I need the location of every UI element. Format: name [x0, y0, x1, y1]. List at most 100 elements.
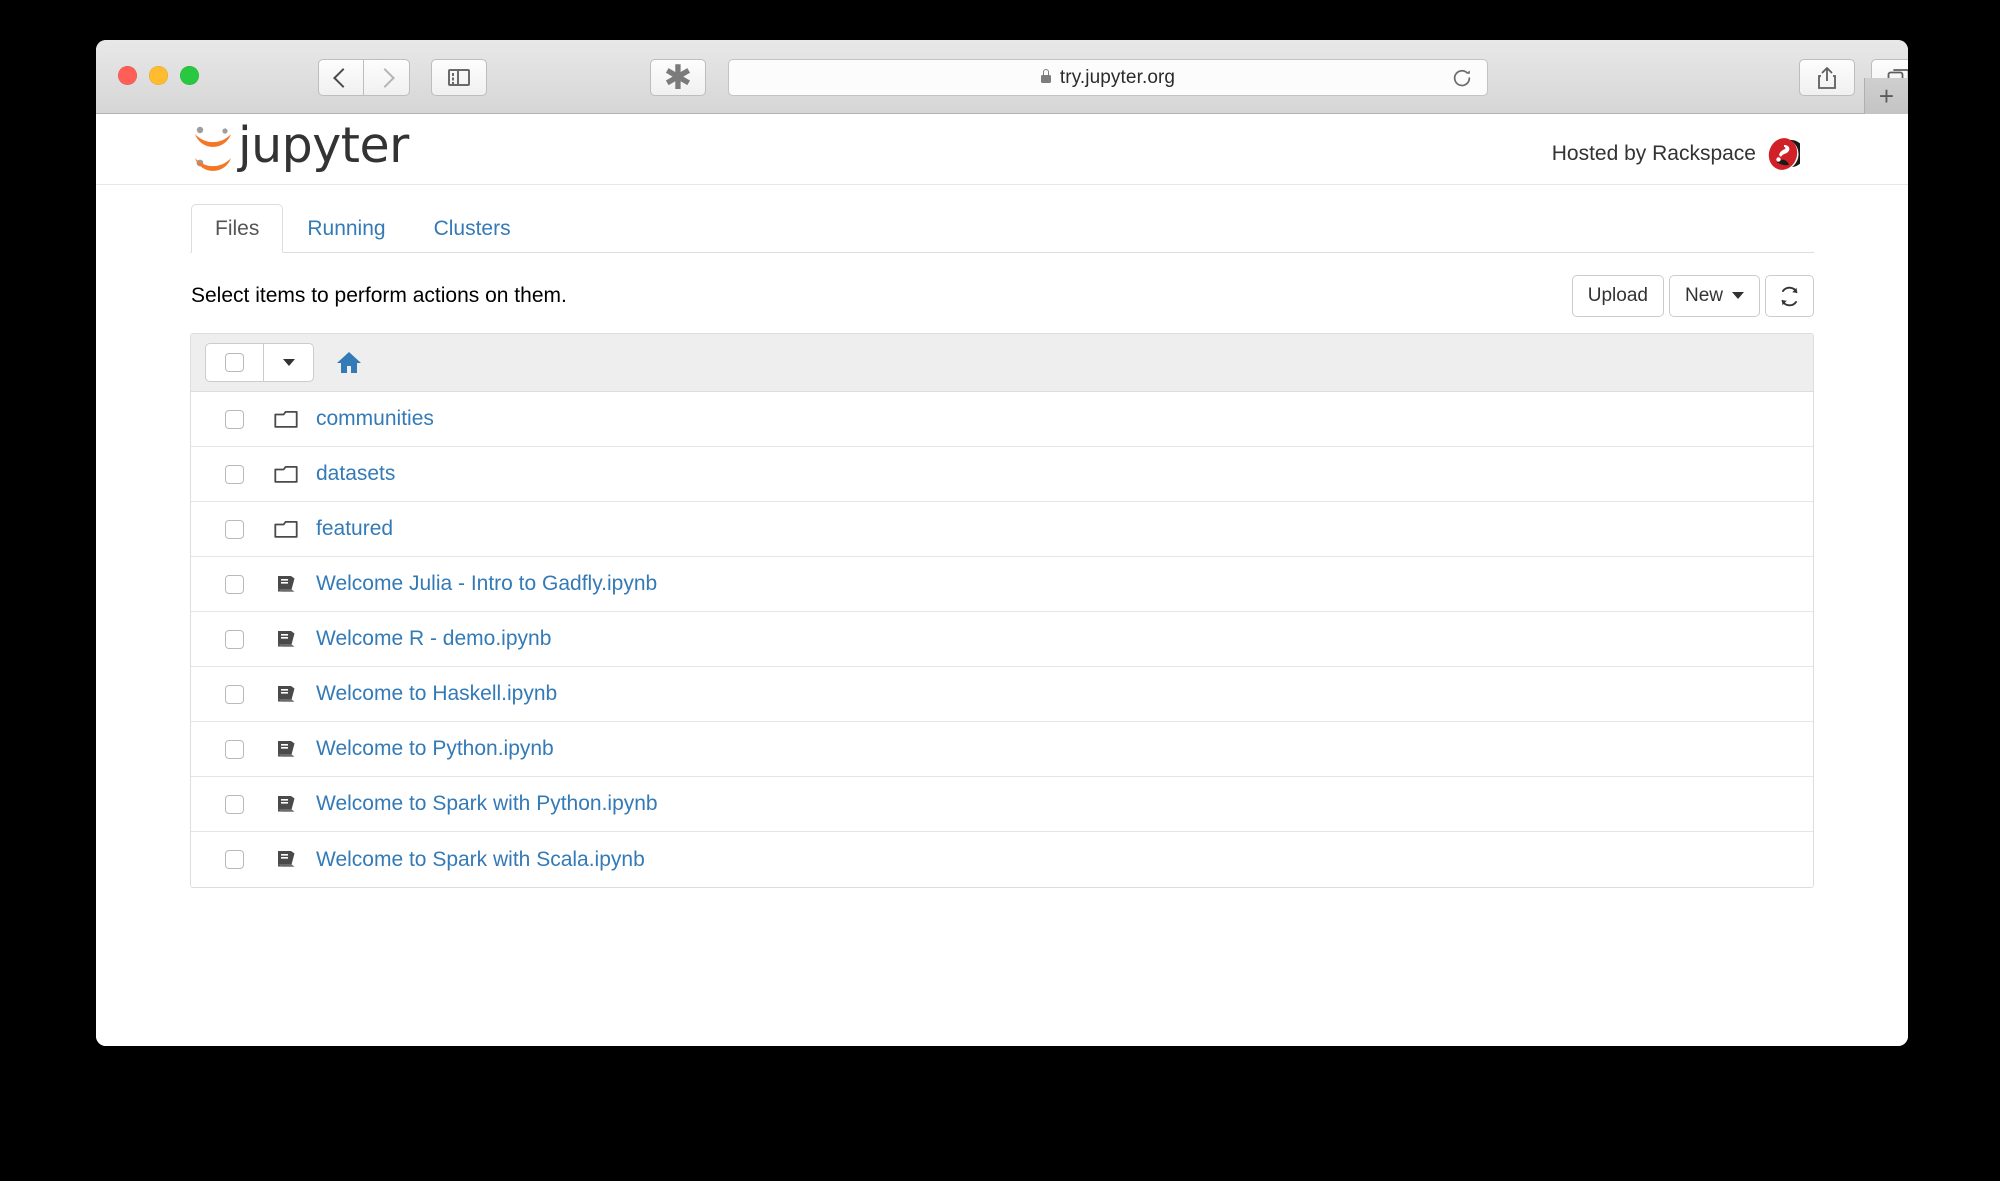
table-row[interactable]: Welcome R - demo.ipynb	[191, 612, 1813, 667]
caret-down-icon	[1732, 292, 1744, 299]
row-checkbox[interactable]	[205, 850, 264, 869]
new-dropdown-button[interactable]: New	[1668, 275, 1760, 317]
file-list-rows: communities datasets featured Welcome Ju…	[191, 392, 1813, 887]
table-row[interactable]: Welcome to Haskell.ipynb	[191, 667, 1813, 722]
checkbox-icon	[225, 794, 244, 814]
file-name-link[interactable]: communities	[316, 406, 434, 432]
chevron-right-icon	[374, 67, 395, 88]
sidebar-toggle-icon	[448, 69, 470, 86]
notebook-icon	[266, 574, 306, 595]
notebook-icon	[266, 739, 306, 760]
row-checkbox[interactable]	[205, 519, 264, 539]
toolbar-actions: Upload New	[1571, 275, 1814, 317]
jupyter-logo-text: jupyter	[238, 117, 409, 174]
new-tab-button[interactable]: +	[1864, 78, 1908, 114]
jupyter-logo[interactable]: jupyter	[190, 120, 409, 172]
table-row[interactable]: Welcome Julia - Intro to Gadfly.ipynb	[191, 557, 1813, 612]
tab-files[interactable]: Files	[191, 204, 284, 253]
table-row[interactable]: datasets	[191, 447, 1813, 502]
browser-toolbar: ✱ try.jupyter.org +	[96, 40, 1908, 114]
extension-button[interactable]: ✱	[650, 59, 706, 96]
tab-clusters[interactable]: Clusters	[410, 204, 535, 253]
share-button[interactable]	[1799, 59, 1855, 96]
main-container: Files Running Clusters Select items to p…	[190, 185, 1814, 888]
caret-down-icon	[282, 359, 295, 366]
share-icon	[1818, 66, 1836, 89]
table-row[interactable]: featured	[191, 502, 1813, 557]
new-button-label: New	[1684, 285, 1723, 306]
list-hint-text: Select items to perform actions on them.	[191, 284, 567, 307]
tab-running[interactable]: Running	[283, 204, 409, 253]
home-icon	[337, 352, 361, 373]
maximize-window-button[interactable]	[180, 66, 199, 85]
checkbox-icon	[225, 464, 244, 484]
lock-icon	[1040, 69, 1051, 83]
address-bar[interactable]: try.jupyter.org	[728, 59, 1488, 96]
chevron-left-icon	[333, 67, 353, 88]
file-name-link[interactable]: Welcome to Spark with Scala.ipynb	[316, 847, 645, 873]
folder-icon	[266, 519, 306, 539]
reload-button[interactable]	[1449, 66, 1475, 92]
notebook-icon	[266, 684, 306, 705]
row-checkbox[interactable]	[205, 794, 264, 814]
checkbox-icon	[225, 574, 244, 594]
asterisk-extension-icon: ✱	[663, 57, 693, 98]
page-content: jupyter Hosted by Rackspace Files Runnin…	[96, 114, 1908, 1046]
close-window-button[interactable]	[118, 66, 137, 85]
breadcrumb-home[interactable]	[336, 351, 362, 374]
file-name-link[interactable]: datasets	[316, 461, 395, 487]
file-name-link[interactable]: Welcome to Python.ipynb	[316, 736, 554, 762]
row-checkbox[interactable]	[205, 739, 264, 759]
window-controls	[118, 66, 199, 85]
browser-window: ✱ try.jupyter.org + jupyter Hosted by Ra…	[96, 40, 1908, 1046]
list-toolbar: Select items to perform actions on them.…	[190, 253, 1814, 333]
table-row[interactable]: Welcome to Python.ipynb	[191, 722, 1813, 777]
url-text: try.jupyter.org	[1059, 66, 1176, 88]
jupyter-header: jupyter Hosted by Rackspace	[96, 114, 1908, 185]
checkbox-icon	[225, 409, 244, 429]
file-name-link[interactable]: Welcome to Haskell.ipynb	[316, 681, 557, 707]
hosted-by: Hosted by Rackspace	[1552, 137, 1800, 171]
checkbox-icon	[225, 629, 244, 649]
select-all-dropdown[interactable]	[264, 343, 314, 382]
checkbox-icon	[225, 684, 244, 704]
file-name-link[interactable]: featured	[316, 516, 393, 542]
notebook-icon	[266, 629, 306, 650]
notebook-icon	[266, 794, 306, 815]
row-checkbox[interactable]	[205, 629, 264, 649]
reload-icon	[1453, 69, 1471, 87]
refresh-icon	[1781, 286, 1798, 306]
hosted-by-text: Hosted by Rackspace	[1551, 142, 1756, 165]
checkbox-icon	[225, 519, 244, 539]
file-name-link[interactable]: Welcome to Spark with Python.ipynb	[316, 791, 658, 817]
select-all-group	[205, 343, 314, 382]
rackspace-logo-icon	[1768, 138, 1800, 170]
upload-button-label: Upload	[1587, 285, 1648, 306]
row-checkbox[interactable]	[205, 684, 264, 704]
upload-button[interactable]: Upload	[1571, 275, 1664, 317]
minimize-window-button[interactable]	[149, 66, 168, 85]
table-row[interactable]: Welcome to Spark with Scala.ipynb	[191, 832, 1813, 887]
row-checkbox[interactable]	[205, 409, 264, 429]
row-checkbox[interactable]	[205, 464, 264, 484]
sidebar-toggle-button[interactable]	[431, 59, 487, 96]
file-list-header	[191, 334, 1813, 392]
back-button[interactable]	[318, 59, 364, 96]
checkbox-icon	[225, 850, 244, 869]
file-name-link[interactable]: Welcome R - demo.ipynb	[316, 626, 551, 652]
checkbox-icon	[225, 739, 244, 759]
table-row[interactable]: communities	[191, 392, 1813, 447]
table-row[interactable]: Welcome to Spark with Python.ipynb	[191, 777, 1813, 832]
refresh-button[interactable]	[1765, 275, 1814, 317]
forward-button[interactable]	[364, 59, 410, 96]
file-list: communities datasets featured Welcome Ju…	[190, 333, 1814, 888]
folder-icon	[266, 464, 306, 484]
row-checkbox[interactable]	[205, 574, 264, 594]
folder-icon	[266, 409, 306, 429]
notebook-icon	[266, 849, 306, 870]
checkbox-icon	[225, 353, 244, 372]
file-name-link[interactable]: Welcome Julia - Intro to Gadfly.ipynb	[316, 571, 657, 597]
tab-bar: Files Running Clusters	[190, 203, 1814, 253]
jupyter-logo-icon	[195, 126, 231, 171]
select-all-checkbox[interactable]	[205, 343, 264, 382]
